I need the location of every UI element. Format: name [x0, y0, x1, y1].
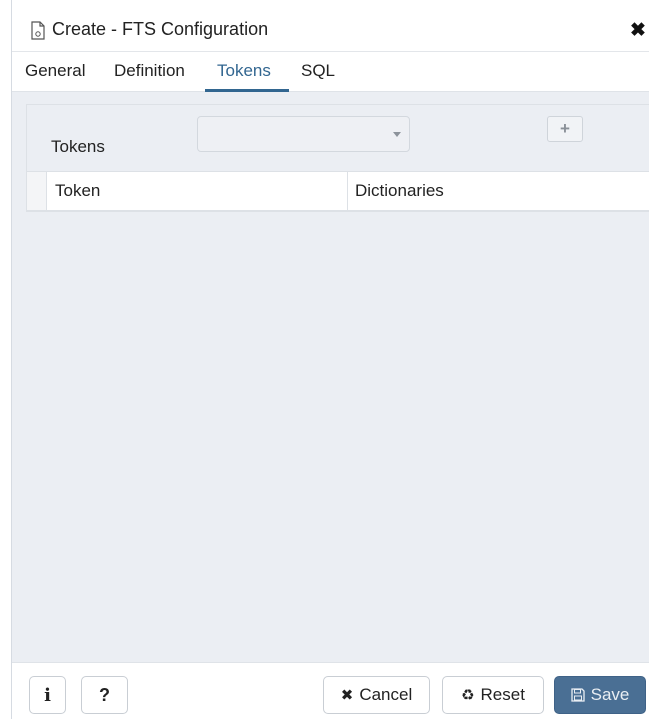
add-token-button[interactable]: +	[547, 116, 583, 142]
close-icon: ✖	[340, 687, 354, 704]
tab-tokens[interactable]: Tokens	[217, 61, 271, 92]
reset-label: Reset	[480, 685, 525, 704]
dialog-titlebar: Create - FTS Configuration ✖	[12, 0, 649, 52]
cancel-button[interactable]: ✖ Cancel	[323, 676, 430, 714]
reset-button[interactable]: ♻ Reset	[442, 676, 544, 714]
save-button[interactable]: Save	[554, 676, 646, 714]
dialog-footer: i ? ✖ Cancel ♻ Reset Save	[12, 662, 649, 719]
dialog-title: Create - FTS Configuration	[52, 19, 269, 39]
help-button[interactable]: ?	[81, 676, 128, 714]
tab-content: Tokens + Token Dictionaries	[12, 92, 649, 662]
tab-bar: General Definition Tokens SQL	[12, 52, 649, 92]
chevron-down-icon	[393, 132, 401, 137]
cancel-label: Cancel	[359, 685, 413, 704]
tokens-select[interactable]	[197, 116, 410, 152]
tab-definition[interactable]: Definition	[114, 61, 185, 92]
save-icon	[570, 688, 585, 702]
info-button[interactable]: i	[29, 676, 66, 714]
tokens-panel: Tokens + Token Dictionaries	[26, 104, 649, 212]
column-header-token: Token	[47, 172, 348, 210]
tokens-label: Tokens	[51, 137, 105, 156]
recycle-icon: ♻	[461, 687, 475, 704]
dialog: Create - FTS Configuration ✖ General Def…	[11, 0, 649, 719]
tab-sql[interactable]: SQL	[301, 61, 335, 92]
row-action-column	[27, 172, 47, 210]
tokens-table-header: Token Dictionaries	[27, 171, 649, 211]
tab-general[interactable]: General	[25, 61, 85, 92]
close-button[interactable]: ✖	[630, 20, 648, 42]
column-header-dictionaries: Dictionaries	[355, 181, 444, 200]
save-label: Save	[590, 685, 630, 704]
document-icon	[31, 21, 45, 40]
